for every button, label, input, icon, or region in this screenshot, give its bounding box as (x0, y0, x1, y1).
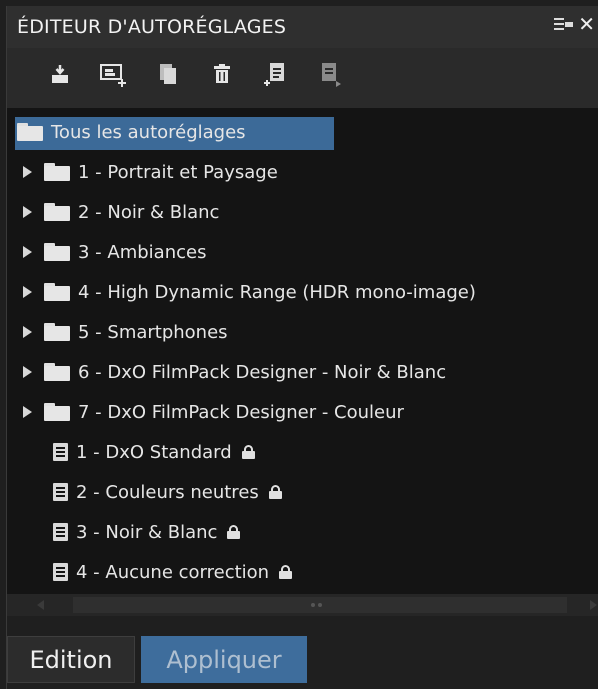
tree-item-label: 1 - DxO Standard (76, 441, 232, 463)
tree-root-all-presets[interactable]: Tous les autoréglages (7, 112, 598, 152)
expand-arrow-icon[interactable] (23, 326, 32, 338)
trash-icon (214, 64, 230, 83)
tree-item-label: 5 - Smartphones (78, 321, 228, 343)
lock-icon (268, 485, 282, 499)
tree-folder-row[interactable]: 7 - DxO FilmPack Designer - Couleur (7, 392, 598, 432)
folder-icon (44, 243, 70, 261)
new-preset-doc-icon (264, 63, 284, 86)
expand-arrow-icon[interactable] (23, 206, 32, 218)
preset-editor-panel: ÉDITEUR D'AUTORÉGLAGES ✕ Tous les autoré… (6, 6, 598, 689)
folder-icon (44, 163, 70, 181)
preset-file-icon (53, 443, 68, 461)
panel-menu-icon[interactable] (554, 16, 574, 32)
tree-preset-row[interactable]: 4 - Aucune correction (7, 552, 598, 592)
panel-title: ÉDITEUR D'AUTORÉGLAGES (17, 16, 287, 38)
tree-folder-row[interactable]: 6 - DxO FilmPack Designer - Noir & Blanc (7, 352, 598, 392)
tree-folder-row[interactable]: 3 - Ambiances (7, 232, 598, 272)
folder-icon (44, 363, 70, 381)
partial-preset-icon (322, 63, 341, 87)
tree-item-label: 2 - Noir & Blanc (78, 201, 220, 223)
preset-file-icon (53, 563, 68, 581)
new-preset-icon (100, 64, 126, 87)
tree-folder-row[interactable]: 2 - Noir & Blanc (7, 192, 598, 232)
import-preset-button[interactable] (33, 54, 87, 94)
preset-file-icon (53, 523, 68, 541)
tree-preset-row[interactable]: 2 - Couleurs neutres (7, 472, 598, 512)
expand-arrow-icon[interactable] (23, 166, 32, 178)
tree-folder-row[interactable]: 4 - High Dynamic Range (HDR mono-image) (7, 272, 598, 312)
expand-arrow-icon[interactable] (23, 406, 32, 418)
expand-arrow-icon[interactable] (23, 286, 32, 298)
panel-titlebar: ÉDITEUR D'AUTORÉGLAGES ✕ (7, 6, 598, 48)
scroll-left-arrow-icon[interactable] (37, 600, 44, 610)
preset-toolbar (7, 48, 598, 100)
bottom-tabs: Edition Appliquer (7, 616, 598, 689)
new-preset-button[interactable] (249, 54, 303, 94)
folder-icon (44, 403, 70, 421)
lock-icon (241, 445, 255, 459)
lock-icon (279, 565, 293, 579)
tree-item-label: 7 - DxO FilmPack Designer - Couleur (78, 401, 404, 423)
tree-preset-row[interactable]: 1 - DxO Standard (7, 432, 598, 472)
tree-preset-row[interactable]: 3 - Noir & Blanc (7, 512, 598, 552)
scroll-right-arrow-icon[interactable] (590, 600, 597, 610)
folder-icon (44, 283, 70, 301)
tab-edition[interactable]: Edition (7, 636, 135, 683)
tree-item-label: 1 - Portrait et Paysage (78, 161, 278, 183)
tree-item-label: 2 - Couleurs neutres (76, 481, 259, 503)
tree-item-label: 3 - Noir & Blanc (76, 521, 218, 543)
new-preset-from-image-button[interactable] (87, 54, 141, 94)
horizontal-scrollbar[interactable] (7, 594, 598, 616)
lock-icon (227, 525, 241, 539)
tree-item-label: 3 - Ambiances (78, 241, 207, 263)
scrollbar-thumb[interactable] (73, 597, 567, 613)
folder-icon (17, 123, 43, 141)
tree-folder-row[interactable]: 1 - Portrait et Paysage (7, 152, 598, 192)
tree-item-label: Tous les autoréglages (51, 121, 246, 143)
close-icon[interactable]: ✕ (578, 14, 595, 34)
scrollbar-grip-icon (311, 603, 322, 607)
delete-preset-button[interactable] (195, 54, 249, 94)
expand-arrow-icon[interactable] (23, 366, 32, 378)
folder-icon (44, 203, 70, 221)
tree-item-label: 4 - High Dynamic Range (HDR mono-image) (78, 281, 476, 303)
tree-folder-row[interactable]: 5 - Smartphones (7, 312, 598, 352)
preset-file-icon (53, 483, 68, 501)
title-controls: ✕ (554, 14, 595, 34)
new-partial-preset-button[interactable] (303, 54, 357, 94)
expand-arrow-icon[interactable] (23, 246, 32, 258)
tree-item-label: 6 - DxO FilmPack Designer - Noir & Blanc (78, 361, 447, 383)
duplicate-preset-button[interactable] (141, 54, 195, 94)
tab-appliquer[interactable]: Appliquer (141, 636, 307, 683)
folder-icon (44, 323, 70, 341)
preset-tree: Tous les autoréglages 1 - Portrait et Pa… (7, 108, 598, 594)
duplicate-icon (160, 64, 176, 84)
import-icon (52, 65, 68, 83)
tree-item-label: 4 - Aucune correction (76, 561, 270, 583)
